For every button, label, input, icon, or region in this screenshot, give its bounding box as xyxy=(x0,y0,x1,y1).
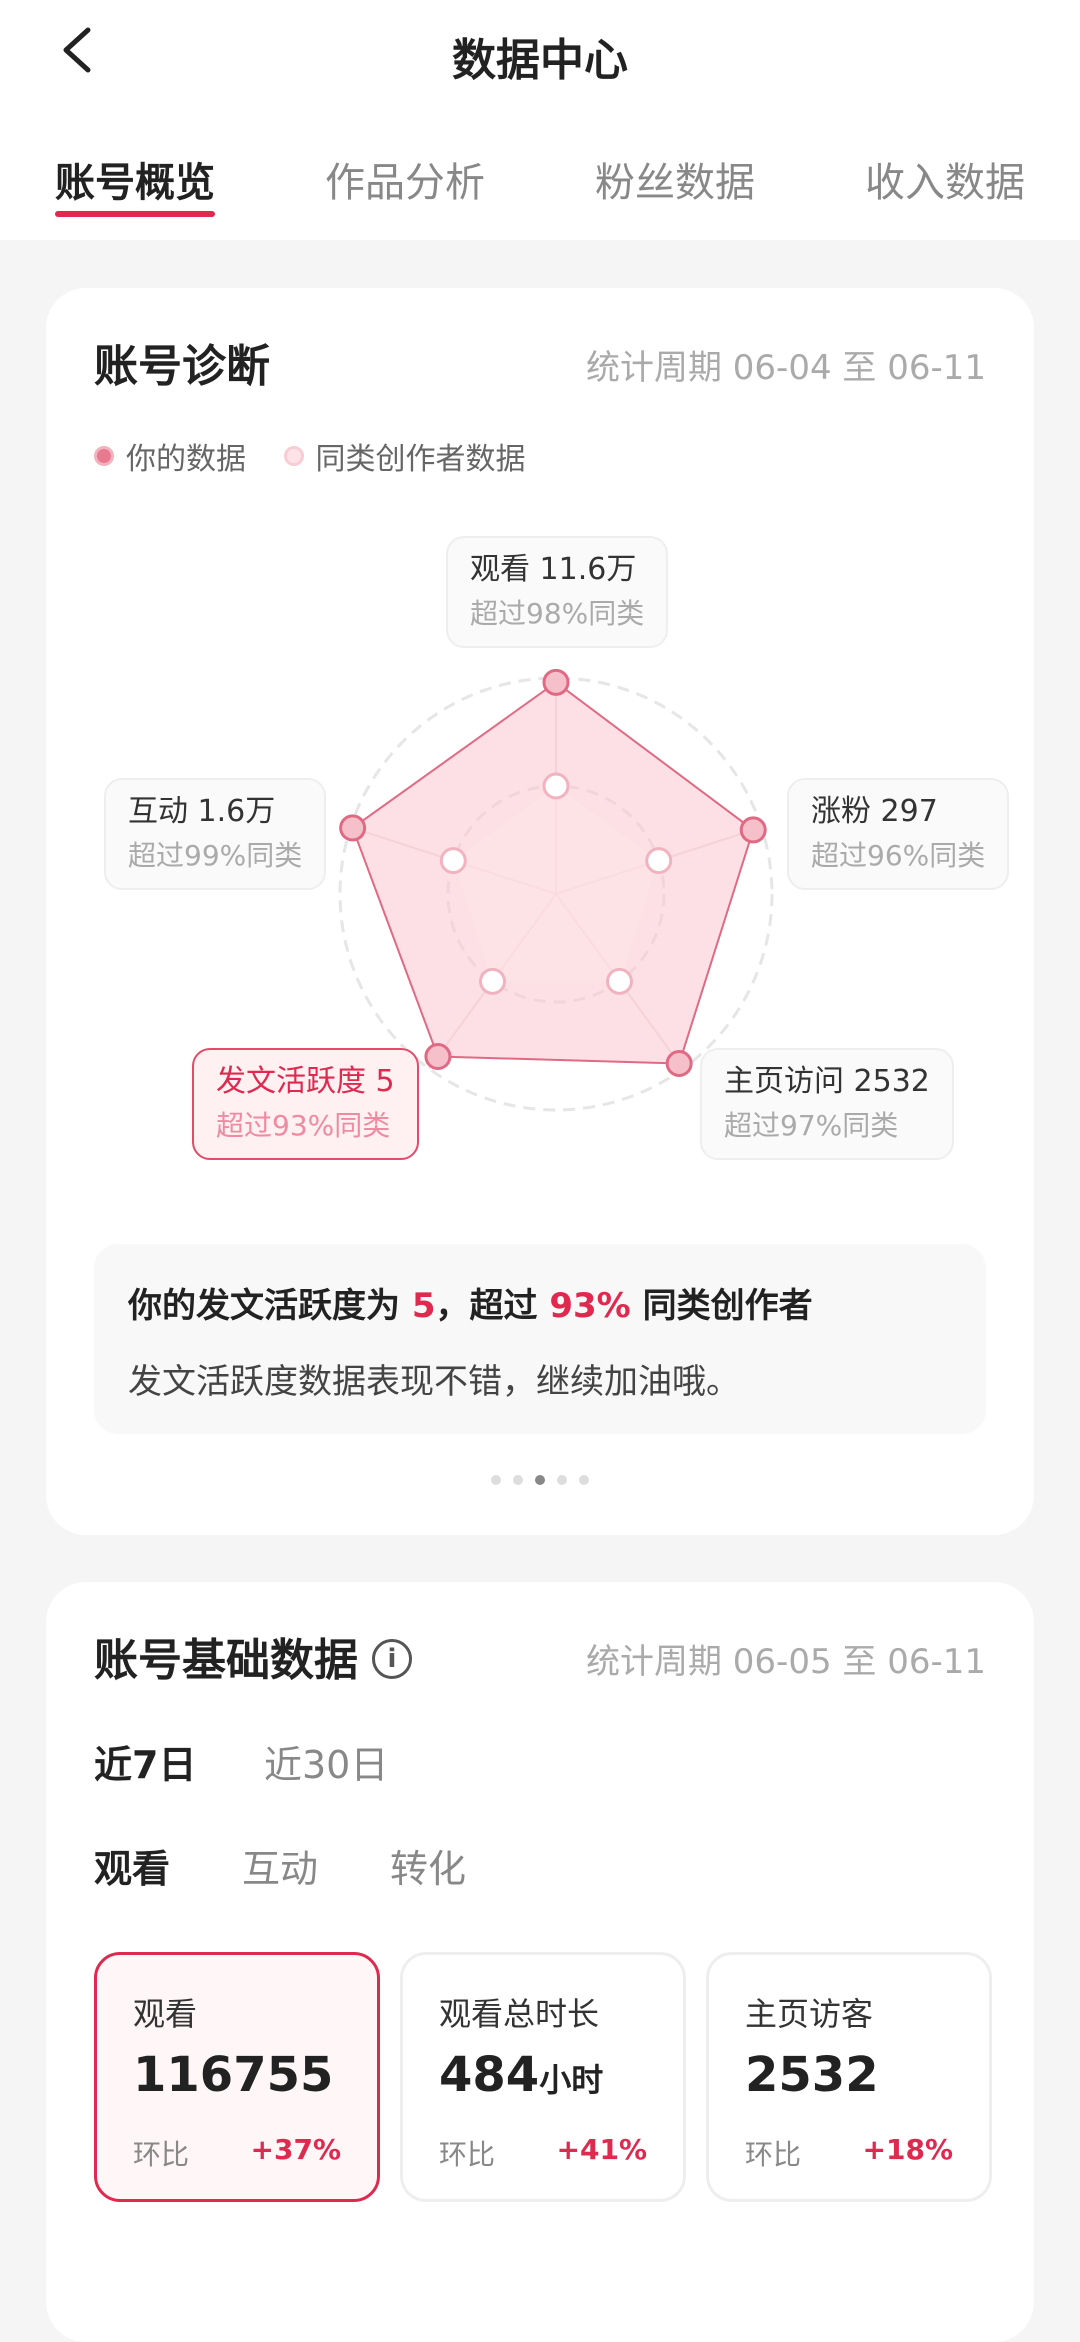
label-views-title: 观看 11.6万 xyxy=(470,552,637,587)
page-dot[interactable] xyxy=(579,1475,589,1485)
stat-value: 116755 xyxy=(133,2047,333,2103)
legend-peer: 同类创作者数据 xyxy=(283,434,526,478)
stat-compare-label: 环比 xyxy=(439,2138,496,2171)
insight-middle: ，超过 xyxy=(435,1286,550,1326)
radar-point-mine[interactable] xyxy=(665,1050,693,1078)
radar-point-peer xyxy=(645,847,673,875)
radar-point-peer xyxy=(479,967,507,995)
stat-change-pct: +41% xyxy=(556,2133,647,2166)
legend-mine-dot xyxy=(94,446,114,466)
stat-number: 116755 xyxy=(133,2047,334,2103)
label-homepage-visits: 主页访问 2532 超过97%同类 xyxy=(700,1048,954,1160)
page-dot-active[interactable] xyxy=(535,1475,545,1485)
account-diagnosis-card: 账号诊断 统计周期 06-04 至 06-11 你的数据 同类创作者数据 观看 … xyxy=(46,288,1034,1535)
stat-compare-label: 环比 xyxy=(133,2138,190,2171)
stat-compare-label: 环比 xyxy=(745,2138,802,2171)
radar-point-peer xyxy=(605,967,633,995)
label-views-sub: 超过98%同类 xyxy=(470,597,645,630)
stat-label: 观看 xyxy=(133,1995,198,2033)
info-icon[interactable] xyxy=(372,1639,412,1679)
stat-change-pct: +18% xyxy=(862,2133,953,2166)
label-posting-activity[interactable]: 发文活跃度 5 超过93%同类 xyxy=(192,1048,419,1160)
tab-fans-data[interactable]: 粉丝数据 xyxy=(595,150,755,208)
metric-tab-views[interactable]: 观看 xyxy=(94,1838,170,1893)
basic-title-text: 账号基础数据 xyxy=(94,1635,358,1686)
insight-box: 你的发文活跃度为 5，超过 93% 同类创作者 发文活跃度数据表现不错，继续加油… xyxy=(94,1244,986,1434)
legend-peer-dot xyxy=(283,446,304,466)
tab-account-overview[interactable]: 账号概览 xyxy=(55,150,215,208)
stat-number: 2532 xyxy=(745,2047,879,2103)
legend: 你的数据 同类创作者数据 xyxy=(94,434,554,478)
stat-change-pct: +37% xyxy=(250,2133,341,2166)
page-dot[interactable] xyxy=(513,1475,523,1485)
insight-value: 5 xyxy=(411,1286,436,1326)
insight-prefix: 你的发文活跃度为 xyxy=(128,1286,412,1326)
tab-bar: 账号概览 作品分析 粉丝数据 收入数据 xyxy=(0,150,1080,220)
label-interaction-sub: 超过99%同类 xyxy=(128,839,303,872)
page-title: 数据中心 xyxy=(452,35,628,86)
period-text: 统计周期 06-05 至 06-11 xyxy=(585,1642,986,1682)
tab-income-data[interactable]: 收入数据 xyxy=(865,150,1025,208)
label-interaction-title: 互动 1.6万 xyxy=(128,794,276,829)
radar-point-peer xyxy=(439,847,467,875)
label-followers-title: 涨粉 297 xyxy=(811,794,938,829)
stat-value: 484小时 xyxy=(439,2047,603,2103)
metric-tab-conversion[interactable]: 转化 xyxy=(390,1838,466,1893)
radar-point-mine[interactable] xyxy=(739,816,767,844)
stat-number: 484 xyxy=(439,2047,540,2103)
stat-value: 2532 xyxy=(745,2047,879,2103)
insight-headline: 你的发文活跃度为 5，超过 93% 同类创作者 xyxy=(128,1278,813,1327)
range-30-days[interactable]: 近30日 xyxy=(264,1734,388,1789)
stat-label: 主页访客 xyxy=(745,1995,874,2033)
legend-peer-label: 同类创作者数据 xyxy=(315,442,526,477)
label-activity-sub: 超过93%同类 xyxy=(216,1109,391,1142)
radar-point-mine[interactable] xyxy=(424,1043,452,1071)
card-title: 账号诊断 xyxy=(94,341,270,392)
label-homepage-sub: 超过97%同类 xyxy=(724,1109,899,1142)
radar-point-mine[interactable] xyxy=(339,814,367,842)
radar-point-mine[interactable] xyxy=(542,668,570,696)
legend-mine: 你的数据 xyxy=(94,434,246,478)
stat-label: 观看总时长 xyxy=(439,1995,600,2033)
insight-percent: 93% xyxy=(549,1286,631,1326)
period-text: 统计周期 06-04 至 06-11 xyxy=(585,348,986,388)
label-views: 观看 11.6万 超过98%同类 xyxy=(446,536,669,648)
top-bar: 数据中心 账号概览 作品分析 粉丝数据 收入数据 xyxy=(0,0,1080,240)
page-dot[interactable] xyxy=(491,1475,501,1485)
label-followers: 涨粉 297 超过96%同类 xyxy=(787,778,1010,890)
active-tab-indicator xyxy=(55,211,215,217)
label-interaction: 互动 1.6万 超过99%同类 xyxy=(104,778,327,890)
radar-point-peer xyxy=(542,772,570,800)
range-7-days[interactable]: 近7日 xyxy=(94,1734,196,1789)
stat-card-homepage-visitors[interactable]: 主页访客 2532 环比 +18% xyxy=(706,1952,992,2202)
stat-unit: 小时 xyxy=(539,2061,604,2099)
label-activity-title: 发文活跃度 5 xyxy=(216,1064,395,1099)
page-indicator xyxy=(46,1470,1034,1489)
label-homepage-title: 主页访问 2532 xyxy=(724,1064,930,1099)
stat-card-watch-time[interactable]: 观看总时长 484小时 环比 +41% xyxy=(400,1952,686,2202)
tab-works-analysis[interactable]: 作品分析 xyxy=(325,150,485,208)
account-basic-data-card: 账号基础数据 统计周期 06-05 至 06-11 近7日 近30日 观看 互动… xyxy=(46,1582,1034,2342)
metric-tab-interaction[interactable]: 互动 xyxy=(242,1838,318,1893)
stat-card-views[interactable]: 观看 116755 环比 +37% xyxy=(94,1952,380,2202)
insight-description: 发文活跃度数据表现不错，继续加油哦。 xyxy=(128,1362,740,1402)
card-title: 账号基础数据 xyxy=(94,1624,412,1688)
page-dot[interactable] xyxy=(557,1475,567,1485)
legend-mine-label: 你的数据 xyxy=(126,442,246,477)
insight-suffix: 同类创作者 xyxy=(630,1286,813,1326)
label-followers-sub: 超过96%同类 xyxy=(811,839,986,872)
